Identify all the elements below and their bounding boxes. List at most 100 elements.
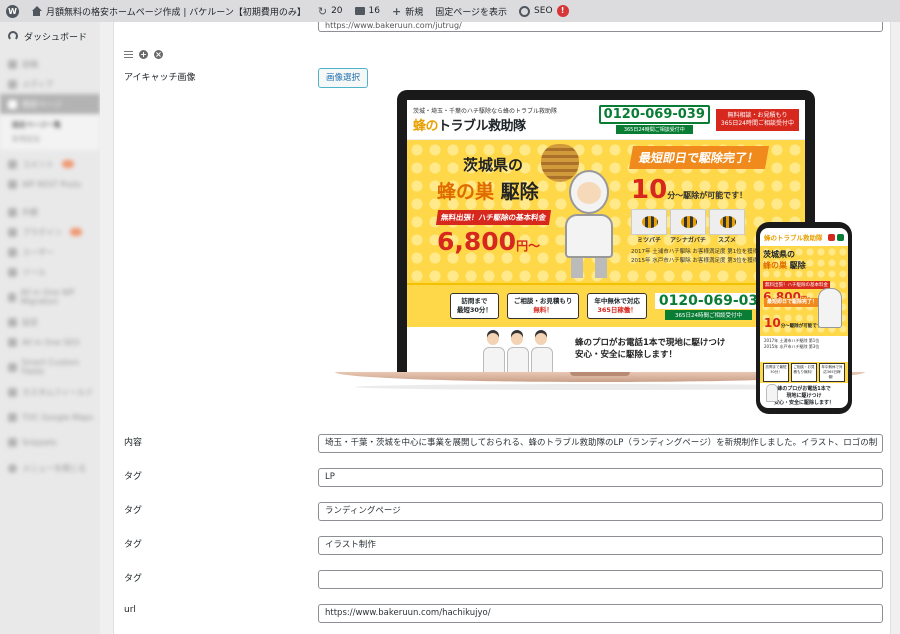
lp-pro-text: 蜂のプロがお電話1本で現地に駆けつけ 安心・安全に駆除します！ — [575, 338, 726, 360]
add-row-icon[interactable]: + — [139, 50, 148, 59]
sidebar-item-dashboard[interactable]: ダッシュボード — [0, 22, 100, 50]
plugin-icon — [8, 227, 17, 237]
tag-label: タグ — [124, 574, 143, 584]
sidebar-subitem-all-pages[interactable]: 固定ページ一覧 — [0, 118, 100, 132]
cta-box: 訪問まで 最短30分！ — [449, 293, 499, 319]
comment-icon — [8, 159, 17, 169]
sidebar-item-collapse[interactable]: メニューを閉じる — [0, 458, 100, 478]
sidebar-item-plugins[interactable]: プラグイン — [0, 222, 100, 242]
content-label: 内容 — [124, 438, 143, 448]
wrench-icon — [8, 267, 17, 277]
sidebar-item-toc-maps[interactable]: TOC Google Maps — [0, 402, 100, 432]
fields-icon — [8, 362, 17, 372]
seo-menu[interactable]: SEO ! — [513, 0, 574, 22]
seo-gear-icon — [519, 5, 531, 17]
sidebar-menu-blurred: 投稿 メディア 固定ページ 固定ページ一覧 新規追加 コメント WP REST … — [0, 50, 100, 478]
new-label: 新規 — [405, 7, 424, 18]
plugin-count-badge — [70, 228, 82, 236]
sidebar-item-migration[interactable]: All in One WP Migration — [0, 282, 100, 312]
users-icon — [8, 247, 17, 257]
phone-header: 蜂のトラブル救助隊 — [760, 228, 848, 246]
plus-icon: + — [391, 4, 402, 18]
sidebar-item-scf[interactable]: Smart Custom Fields — [0, 352, 100, 382]
lp-tel: 0120-069-039 365日24時間ご相談受付中 — [598, 105, 710, 134]
cta-box: 年中無休で対応 365日稼働！ — [587, 293, 647, 319]
tag-input-4[interactable] — [318, 570, 883, 589]
collapse-icon — [8, 463, 17, 473]
laptop-mockup: 茨城・埼玉・千葉のハチ駆除なら蜂のトラブル救助隊 蜂のトラブル救助隊 0120-… — [397, 90, 815, 372]
remove-row-icon[interactable]: × — [154, 50, 163, 59]
home-icon — [31, 6, 42, 16]
content-input[interactable]: 埼玉・千葉・茨城を中心に事業を展開しておられる、蜂のトラブル救助隊のLP（ランデ… — [318, 434, 883, 453]
sidebar-item-rest-posts[interactable]: WP REST Posts — [0, 174, 100, 194]
wordpress-icon: W — [6, 4, 19, 18]
seo-alert-badge: ! — [556, 5, 569, 17]
drag-handle-icon[interactable] — [124, 51, 133, 58]
eyecatch-label: アイキャッチ画像 — [124, 73, 196, 83]
url-label: url — [124, 605, 136, 615]
comments-link[interactable]: 16 — [349, 0, 386, 22]
phone-rank: 2017年 土浦市ハチ駆除 第1位 2015年 水戸市ハチ駆除 第3位 — [760, 336, 848, 362]
lp-hero-text: 茨城県の 蜂の巣 駆除 無料出張！ハチ駆除の基本料金 6,800円〜 — [435, 154, 552, 256]
lp-hero: 茨城県の 蜂の巣 駆除 無料出張！ハチ駆除の基本料金 6,800円〜 最短即日で… — [407, 140, 805, 283]
comment-count-badge — [62, 160, 74, 168]
pages-icon — [8, 99, 17, 109]
sidebar-submenu-pages: 固定ページ一覧 新規追加 — [0, 114, 100, 150]
sidebar-item-pages[interactable]: 固定ページ — [0, 94, 100, 114]
exterminator-illustration — [818, 288, 842, 328]
staff-photo — [766, 384, 778, 402]
select-image-button[interactable]: 画像選択 — [318, 68, 369, 88]
previous-url-input[interactable]: https://www.bakeruun.com/jutrug/ — [318, 22, 883, 32]
map-icon — [8, 412, 17, 422]
media-icon — [8, 79, 17, 89]
comments-count: 16 — [368, 6, 380, 16]
brush-icon — [8, 207, 17, 217]
view-page-label: 固定ページを表示 — [435, 7, 508, 18]
settings-icon — [8, 317, 17, 327]
grid-icon — [8, 387, 17, 397]
cta-box: ご相談・お見積もり 無料！ — [506, 293, 580, 319]
site-name-link[interactable]: 月額無料の格安ホームページ作成 | バケルーン【初期費用のみ】 — [25, 0, 312, 22]
lp-mail-button: 無料相談・お見積もり 365日24時間ご相談受付中 — [715, 108, 799, 131]
sidebar-item-snippets[interactable]: Snippets — [0, 432, 100, 452]
sidebar-subitem-add-new[interactable]: 新規追加 — [0, 132, 100, 146]
url-input[interactable]: https://www.bakeruun.com/hachikujyo/ — [318, 604, 883, 623]
sidebar-item-users[interactable]: ユーザー — [0, 242, 100, 262]
view-page-link[interactable]: 固定ページを表示 — [429, 0, 513, 22]
comment-icon — [354, 7, 365, 15]
sidebar-item-media[interactable]: メディア — [0, 74, 100, 94]
sidebar-item-seo[interactable]: All in One SEO — [0, 332, 100, 352]
lp-cta-bar: 訪問まで 最短30分！ ご相談・お見積もり 無料！ 年中無休で対応 365日稼働！ 0… — [407, 283, 805, 327]
sidebar-item-posts[interactable]: 投稿 — [0, 54, 100, 74]
wp-logo-menu[interactable]: W — [0, 0, 25, 22]
sidebar-item-appearance[interactable]: 外観 — [0, 202, 100, 222]
tag-input-1[interactable]: LP — [318, 468, 883, 487]
sidebar-item-custom-fields[interactable]: カスタムフィールド — [0, 382, 100, 402]
lp-logo: 茨城・埼玉・千葉のハチ駆除なら蜂のトラブル救助隊 蜂のトラブル救助隊 — [413, 107, 558, 134]
sidebar-item-settings[interactable]: 設定 — [0, 312, 100, 332]
edit-content-area: https://www.bakeruun.com/jutrug/ + × アイキ… — [113, 22, 891, 634]
lp-header: 茨城・埼玉・千葉のハチ駆除なら蜂のトラブル救助隊 蜂のトラブル救助隊 0120-… — [407, 100, 805, 140]
laptop-screen: 茨城・埼玉・千葉のハチ駆除なら蜂のトラブル救助隊 蜂のトラブル救助隊 0120-… — [407, 100, 805, 372]
sidebar-item-comments[interactable]: コメント — [0, 154, 100, 174]
cta-tel: 0120-069-03 365日24時間ご相談受付中 — [654, 292, 763, 320]
rest-icon — [8, 179, 17, 189]
tag-label: タグ — [124, 506, 143, 516]
staff-photo — [483, 333, 553, 372]
exterminator-illustration — [557, 170, 623, 280]
bee-photo — [709, 209, 745, 235]
phone-cta: 訪問まで最短30分！ ご相談・お見積もり無料！ 年中無休で対応365日稼働！ — [760, 362, 848, 383]
sidebar-item-tools[interactable]: ツール — [0, 262, 100, 282]
tag-input-2[interactable]: ランディングページ — [318, 502, 883, 521]
tag-label: タグ — [124, 540, 143, 550]
refresh-icon: ↻ — [317, 4, 328, 18]
bee-photo — [631, 209, 667, 235]
seo-icon — [8, 337, 17, 347]
eyecatch-image-preview: 茨城・埼玉・千葉のハチ駆除なら蜂のトラブル救助隊 蜂のトラブル救助隊 0120-… — [335, 90, 865, 414]
scissors-icon — [8, 437, 17, 447]
updates-count: 20 — [331, 6, 343, 16]
new-content-link[interactable]: + 新規 — [386, 0, 429, 22]
admin-bar: W 月額無料の格安ホームページ作成 | バケルーン【初期費用のみ】 ↻ 20 1… — [0, 0, 900, 22]
updates-link[interactable]: ↻ 20 — [312, 0, 349, 22]
tag-input-3[interactable]: イラスト制作 — [318, 536, 883, 555]
